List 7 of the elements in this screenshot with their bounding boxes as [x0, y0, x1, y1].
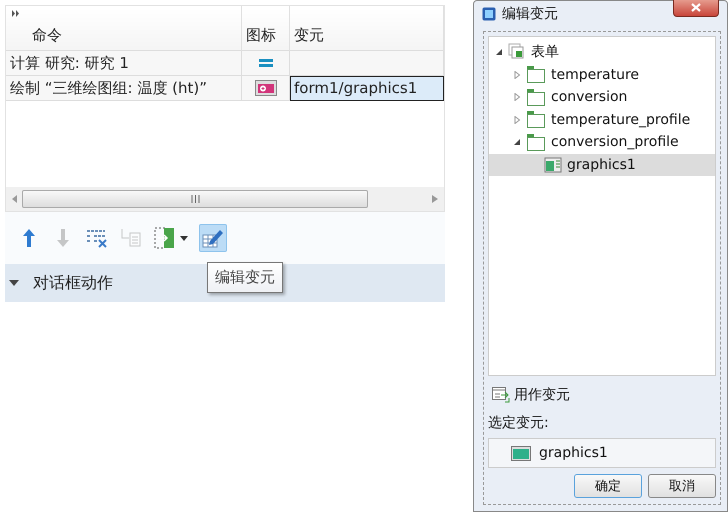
selected-argument-field: graphics1: [488, 438, 716, 468]
command-cell: 计算 研究: 研究 1: [6, 51, 242, 76]
command-cell: 绘制 “三维绘图组: 温度 (ht)”: [6, 76, 242, 101]
dialog-title: 编辑变元: [502, 5, 558, 23]
selected-argument-label: 选定变元:: [488, 414, 550, 432]
tooltip: 编辑变元: [207, 262, 283, 293]
section-title: 对话框动作: [33, 272, 113, 294]
